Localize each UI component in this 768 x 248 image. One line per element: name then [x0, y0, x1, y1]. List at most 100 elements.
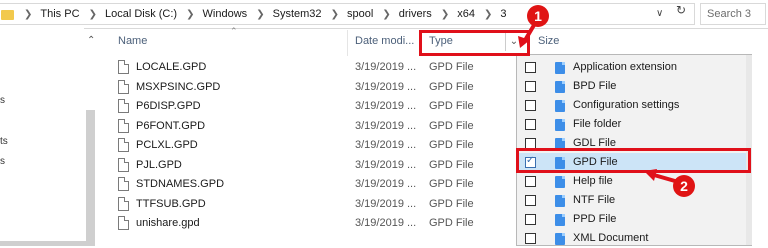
file-row[interactable]: PCLXL.GPD 3/19/2019 ... GPD File	[118, 136, 518, 156]
document-icon	[118, 60, 129, 74]
column-divider[interactable]	[347, 30, 348, 56]
nav-horizontal-scrollbar[interactable]	[0, 241, 86, 246]
checkbox[interactable]	[525, 195, 536, 206]
file-row[interactable]: TTFSUB.GPD 3/19/2019 ... GPD File	[118, 195, 518, 215]
folder-icon	[1, 10, 14, 20]
chevron-right-icon: ❯	[24, 9, 33, 20]
checkbox[interactable]	[525, 214, 536, 225]
column-header-date[interactable]: Date modi...	[355, 35, 414, 47]
file-type-icon	[555, 62, 565, 74]
file-row[interactable]: STDNAMES.GPD 3/19/2019 ... GPD File	[118, 175, 518, 195]
file-name: STDNAMES.GPD	[136, 178, 225, 190]
file-type: GPD File	[429, 61, 474, 73]
filter-option[interactable]: NTF File	[517, 191, 751, 210]
search-input[interactable]: Search 3	[700, 3, 766, 25]
file-date: 3/19/2019 ...	[355, 197, 417, 210]
file-row[interactable]: P6FONT.GPD 3/19/2019 ... GPD File	[118, 117, 518, 137]
breadcrumb-windows[interactable]: Windows	[203, 8, 248, 20]
breadcrumb-spool[interactable]: spool	[347, 8, 373, 20]
file-date: 3/19/2019 ...	[355, 119, 417, 132]
file-type-icon	[555, 214, 565, 226]
file-date: 3/19/2019 ...	[355, 178, 417, 190]
file-row[interactable]: unishare.gpd 3/19/2019 ... GPD File	[118, 214, 518, 234]
file-row[interactable]: PJL.GPD 3/19/2019 ... GPD File	[118, 156, 518, 176]
filter-option-label: XML Document	[573, 232, 649, 244]
filter-option[interactable]: PPD File	[517, 210, 751, 229]
breadcrumb[interactable]: ❯ This PC ❯ Local Disk (C:) ❯ Windows ❯ Syst…	[0, 3, 695, 25]
chevron-right-icon[interactable]: ❯	[382, 9, 390, 20]
chevron-right-icon[interactable]: ❯	[441, 9, 449, 20]
document-icon	[118, 216, 129, 230]
nav-item-fragment[interactable]: s	[0, 156, 5, 167]
filter-option[interactable]: File folder	[517, 115, 751, 134]
file-type-icon	[555, 233, 565, 245]
file-type: GPD File	[429, 217, 474, 229]
breadcrumb-local-disk[interactable]: Local Disk (C:)	[105, 8, 177, 20]
document-icon	[118, 99, 129, 113]
chevron-right-icon[interactable]: ❯	[256, 9, 264, 20]
step-badge-2: 2	[673, 175, 695, 197]
refresh-icon[interactable]: ↻	[676, 3, 686, 17]
file-name: P6DISP.GPD	[136, 100, 201, 112]
chevron-right-icon[interactable]: ❯	[484, 9, 492, 20]
document-icon	[118, 118, 129, 133]
filter-option-label: BPD File	[573, 80, 617, 92]
file-type-icon	[555, 81, 565, 93]
file-type: GPD File	[429, 197, 474, 210]
file-date: 3/19/2019 ...	[355, 100, 417, 112]
filter-option[interactable]: BPD File	[517, 77, 751, 96]
filter-option[interactable]: Configuration settings	[517, 96, 751, 115]
breadcrumb-x64[interactable]: x64	[457, 8, 475, 20]
document-icon	[118, 177, 129, 191]
chevron-right-icon[interactable]: ❯	[186, 9, 194, 20]
breadcrumb-this-pc[interactable]: This PC	[40, 8, 79, 20]
file-type-icon	[555, 100, 565, 112]
checkbox[interactable]	[525, 81, 536, 92]
column-header-name[interactable]: Name	[118, 35, 147, 47]
type-column-highlight	[419, 30, 530, 56]
step-badge-1: 1	[527, 5, 549, 27]
nav-scrollbar[interactable]	[86, 110, 95, 246]
filter-option[interactable]: XML Document	[517, 229, 751, 248]
filter-option[interactable]: Application extension	[517, 58, 751, 77]
file-row[interactable]: P6DISP.GPD 3/19/2019 ... GPD File	[118, 97, 518, 117]
chevron-right-icon[interactable]: ❯	[89, 9, 97, 20]
file-type-icon	[555, 176, 565, 188]
file-type-icon	[555, 195, 565, 207]
file-date: 3/19/2019 ...	[355, 61, 417, 73]
file-date: 3/19/2019 ...	[355, 217, 417, 229]
file-type: GPD File	[429, 80, 474, 93]
file-date: 3/19/2019 ...	[355, 158, 417, 171]
nav-item-fragment[interactable]: s	[0, 95, 5, 106]
file-type: GPD File	[429, 100, 474, 112]
document-icon	[118, 157, 129, 172]
file-row[interactable]: MSXPSINC.GPD 3/19/2019 ... GPD File	[118, 78, 518, 98]
checkbox[interactable]	[525, 100, 536, 111]
checkbox[interactable]	[525, 176, 536, 187]
file-date: 3/19/2019 ...	[355, 80, 417, 93]
filter-option-label: File folder	[573, 118, 622, 130]
scroll-up-icon[interactable]: ⌃	[87, 35, 95, 46]
file-row[interactable]: LOCALE.GPD 3/19/2019 ... GPD File	[118, 58, 518, 78]
gpd-file-highlight	[516, 148, 751, 173]
checkbox[interactable]	[525, 119, 536, 130]
breadcrumb-drivers[interactable]: drivers	[399, 8, 432, 20]
file-name: P6FONT.GPD	[136, 119, 206, 132]
chevron-right-icon[interactable]: ❯	[331, 9, 339, 20]
breadcrumb-system32[interactable]: System32	[273, 8, 322, 20]
breadcrumb-3[interactable]: 3	[500, 8, 506, 20]
file-name: PCLXL.GPD	[136, 139, 198, 151]
filter-option-label: PPD File	[573, 213, 617, 225]
breadcrumb-path: ❯ This PC ❯ Local Disk (C:) ❯ Windows ❯ Syst…	[18, 8, 507, 20]
file-type: GPD File	[429, 119, 474, 132]
filter-option[interactable]: Help file	[517, 172, 751, 191]
checkbox[interactable]	[525, 62, 536, 73]
file-name: unishare.gpd	[136, 217, 200, 229]
column-header-size[interactable]: Size	[538, 35, 559, 47]
checkbox[interactable]	[525, 233, 536, 244]
file-type: GPD File	[429, 178, 474, 190]
sort-ascending-icon: ⌃	[230, 26, 238, 36]
nav-item-fragment[interactable]: ts	[0, 136, 8, 147]
chevron-down-icon[interactable]: ∨	[656, 8, 663, 19]
file-name: TTFSUB.GPD	[136, 197, 206, 210]
